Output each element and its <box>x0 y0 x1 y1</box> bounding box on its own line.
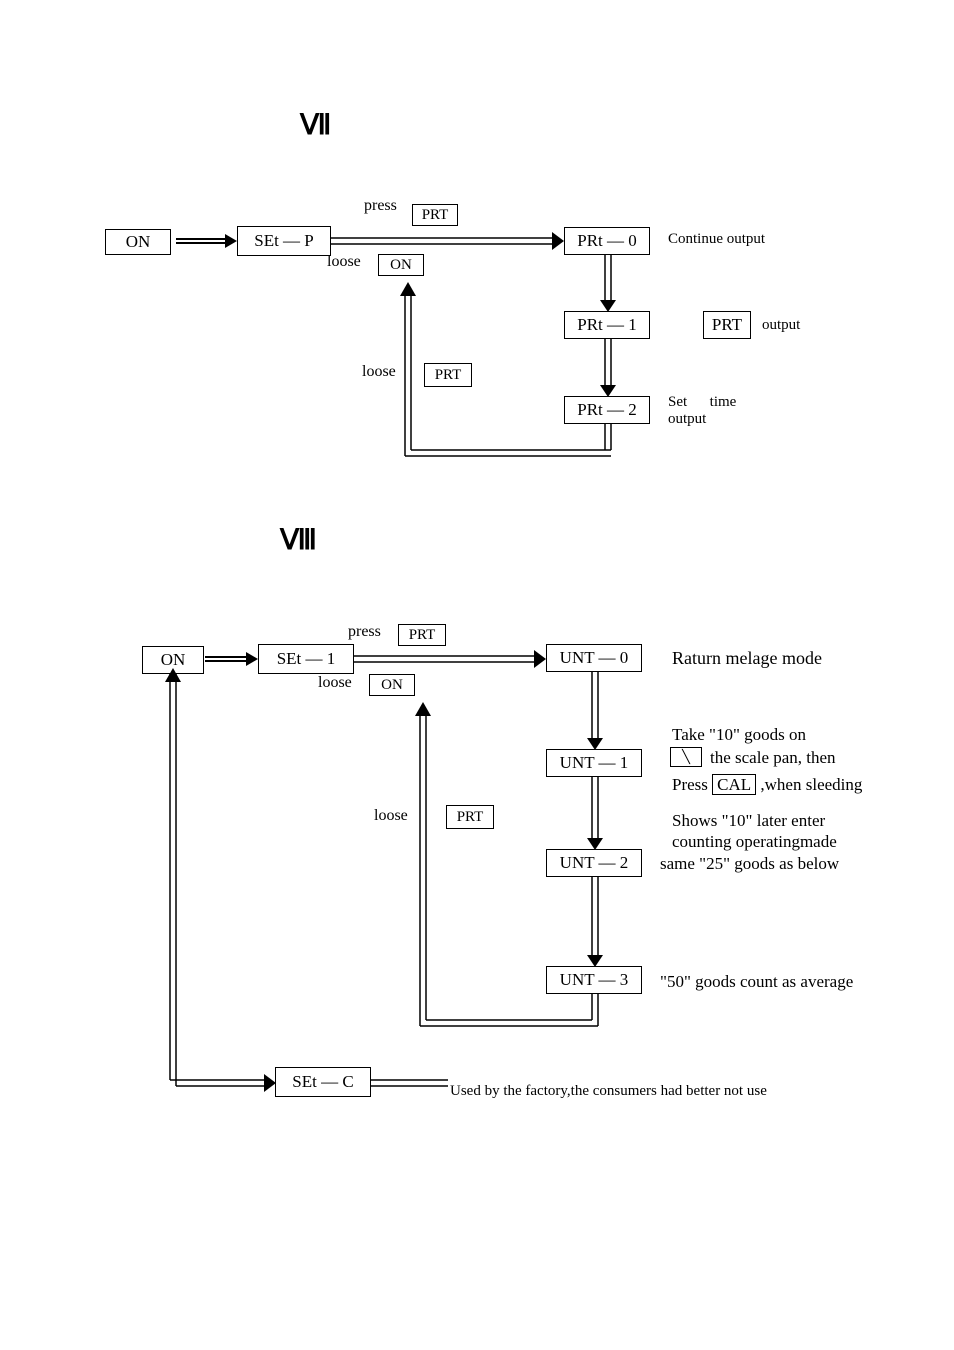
d8-unt0-box: UNT — 0 <box>546 644 642 672</box>
d7-on-button: ON <box>378 254 424 276</box>
d7-set-time-label: Set time output <box>668 394 736 428</box>
d7-set-p-box: SEt — P <box>237 226 331 256</box>
d8-desc1b: the scale pan, then <box>710 748 836 768</box>
d7-prt2-box: PRt — 2 <box>564 396 650 424</box>
d7-press-label: press <box>364 197 397 215</box>
d8-slash-box: ╲ <box>670 747 702 767</box>
d8-desc1a: Take "10" goods on <box>672 725 806 745</box>
d8-desc3: "50" goods count as average <box>660 972 853 992</box>
d8-on-button: ON <box>369 674 415 696</box>
d8-desc1e: counting operatingmade <box>672 832 837 852</box>
d8-loose-label-1: loose <box>318 674 352 692</box>
d7-loose-label-1: loose <box>327 253 361 271</box>
d8-set-c-box: SEt — C <box>275 1067 371 1097</box>
d7-prt-button-2: PRT <box>424 363 472 387</box>
d7-on-box: ON <box>105 229 171 255</box>
d8-set-1-box: SEt — 1 <box>258 644 354 674</box>
d8-prt-button-1: PRT <box>398 624 446 646</box>
d8-set-c-desc: Used by the factory,the consumers had be… <box>450 1083 767 1100</box>
heading-eight: Ⅷ <box>280 523 317 557</box>
d7-prt-button-1: PRT <box>412 204 458 226</box>
d8-desc1c: Press CAL ,when sleeding <box>672 775 862 795</box>
d7-continue-output-label: Continue output <box>668 231 765 248</box>
d8-press-label: press <box>348 623 381 641</box>
d7-prt-out-box: PRT <box>703 311 751 339</box>
d8-unt2-box: UNT — 2 <box>546 849 642 877</box>
d8-unt1-box: UNT — 1 <box>546 749 642 777</box>
cal-box: CAL <box>712 774 756 795</box>
d8-desc2: same "25" goods as below <box>660 854 839 874</box>
arrows-layer <box>0 0 954 1350</box>
d8-unt3-box: UNT — 3 <box>546 966 642 994</box>
d8-desc1d: Shows "10" later enter <box>672 811 825 831</box>
d8-on-box: ON <box>142 646 204 674</box>
d8-loose-label-2: loose <box>374 807 408 825</box>
heading-seven: Ⅶ <box>300 108 331 142</box>
d7-prt0-box: PRt — 0 <box>564 227 650 255</box>
d8-prt-button-2: PRT <box>446 805 494 829</box>
d8-desc0: Raturn melage mode <box>672 648 822 669</box>
d7-loose-label-2: loose <box>362 363 396 381</box>
d7-output-label: output <box>762 317 800 334</box>
d7-prt1-box: PRt — 1 <box>564 311 650 339</box>
